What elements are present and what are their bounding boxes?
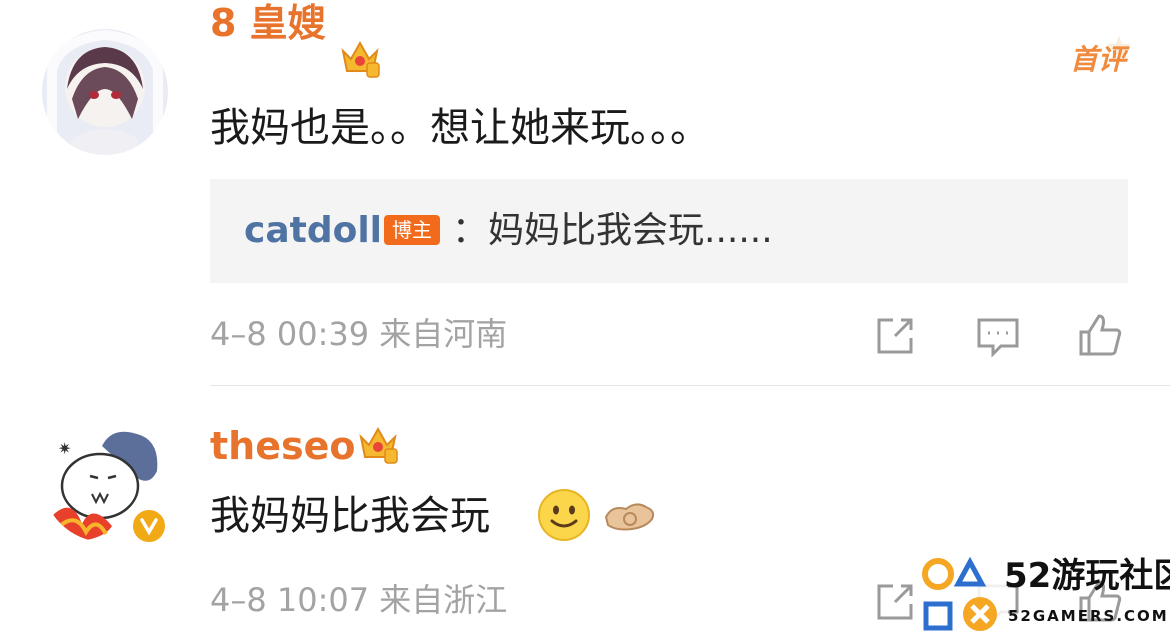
verified-badge xyxy=(129,506,169,546)
watermark-subtitle: 52GAMERS.COM xyxy=(1008,607,1169,625)
location: 来自河南 xyxy=(379,315,508,353)
ok-hand-emoji xyxy=(602,487,658,543)
crown-level-icon xyxy=(357,423,399,465)
quote-username[interactable]: catdoll xyxy=(244,209,382,253)
share-icon[interactable] xyxy=(873,312,919,358)
comment-text: 我妈也是。。想让她来玩。。。 xyxy=(210,105,710,151)
svg-text:✷: ✷ xyxy=(58,439,71,458)
blogger-badge: 博主 xyxy=(384,215,440,245)
quote-text: ：妈妈比我会玩...... xyxy=(452,210,773,251)
timestamp: 4–8 00:39 xyxy=(210,315,370,353)
share-icon[interactable] xyxy=(873,578,919,624)
username[interactable]: 8 皇嫂 xyxy=(210,0,326,46)
location: 来自浙江 xyxy=(379,581,508,619)
avatar[interactable] xyxy=(42,29,168,155)
comment-icon[interactable] xyxy=(975,312,1021,358)
first-comment-badge: 首评 xyxy=(1069,43,1126,76)
watermark-title: 52游玩社区 xyxy=(1004,556,1170,596)
quoted-reply[interactable]: catdoll 博主 ：妈妈比我会玩...... xyxy=(210,179,1128,283)
crown-level-icon xyxy=(339,37,381,79)
comment-meta: 4–8 00:39 来自河南 xyxy=(210,314,507,354)
comment-meta: 4–8 10:07 来自浙江 xyxy=(210,580,507,620)
like-icon[interactable] xyxy=(1077,312,1123,358)
username[interactable]: theseo xyxy=(210,423,356,469)
comment-text: 我妈妈比我会玩 xyxy=(210,493,490,539)
timestamp: 4–8 10:07 xyxy=(210,581,370,619)
smile-emoji xyxy=(536,487,592,543)
